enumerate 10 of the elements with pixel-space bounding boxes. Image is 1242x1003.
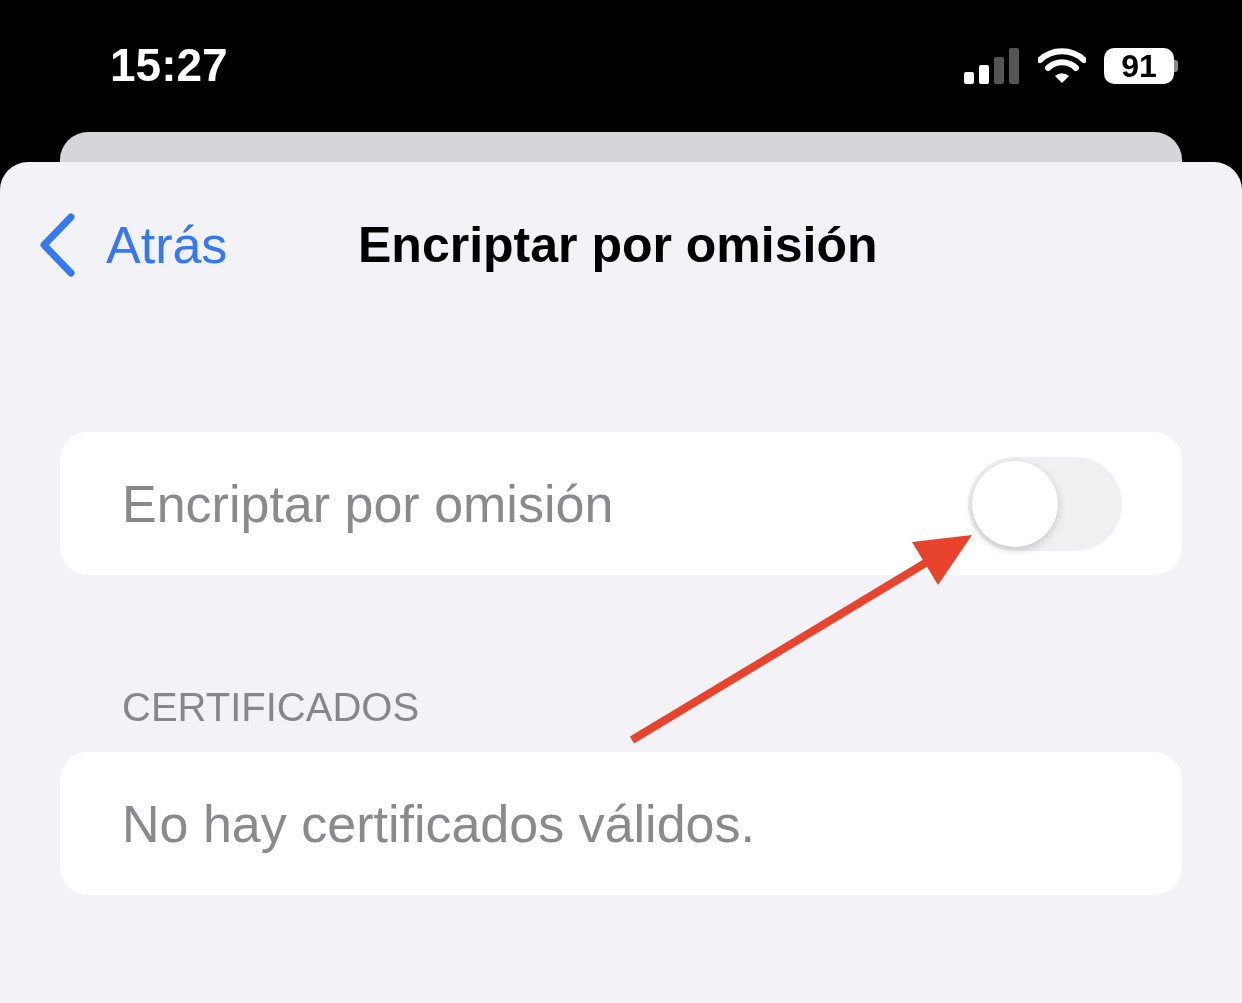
back-button[interactable]: Atrás: [38, 213, 358, 277]
screen-title: Encriptar por omisión: [358, 216, 878, 274]
setting-label: Encriptar por omisión: [122, 473, 615, 534]
back-chevron-icon: [38, 213, 76, 277]
battery-level: 91: [1104, 48, 1174, 84]
wifi-icon: [1038, 48, 1086, 84]
section-header: CERTIFICADOS: [122, 685, 420, 730]
clock-time: 15:27: [110, 38, 229, 93]
signal-icon: [964, 48, 1020, 84]
empty-message: No hay certificados válidos.: [122, 793, 755, 854]
